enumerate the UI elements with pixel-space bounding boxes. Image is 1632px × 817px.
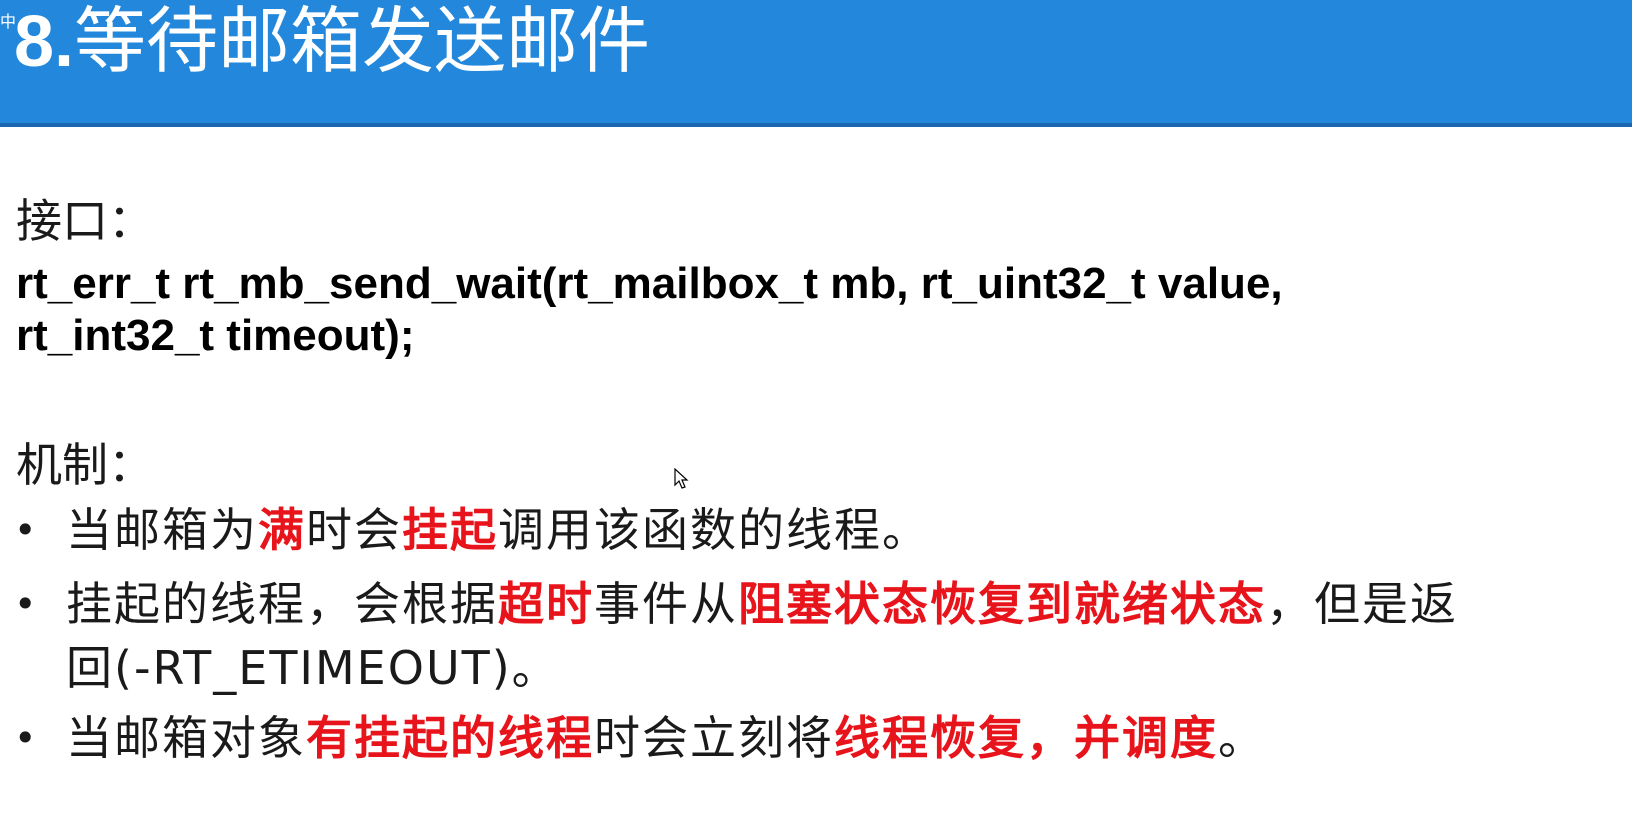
slide-title-bar: 中 8.等待邮箱发送邮件 — [0, 0, 1632, 127]
slide-title-number: 8. — [14, 2, 75, 82]
text-segment: 挂起的线程，会根据 — [66, 577, 498, 631]
text-segment: 调用该函数的线程。 — [498, 503, 930, 557]
text-segment: 当邮箱对象 — [66, 711, 306, 765]
slide-title: 8.等待邮箱发送邮件 — [14, 0, 650, 87]
bullet-dot: • — [14, 582, 37, 626]
highlight-segment: 超时 — [498, 577, 594, 631]
interface-label: 接口： — [16, 194, 154, 248]
text-segment: 时会立刻将 — [594, 711, 834, 765]
signature-line-1: rt_err_t rt_mb_send_wait(rt_mailbox_t mb… — [16, 259, 1283, 308]
bullet-text: 当邮箱为满时会挂起调用该函数的线程。 — [66, 498, 1626, 562]
text-segment: 。 — [1218, 711, 1266, 765]
text-segment: ，但是返 — [1266, 577, 1458, 631]
text-segment: 回(-RT_ETIMEOUT)。 — [66, 641, 560, 695]
slide-title-text: 等待邮箱发送邮件 — [74, 0, 651, 83]
highlight-segment: 满 — [258, 503, 306, 557]
text-segment: 当邮箱为 — [66, 503, 258, 557]
bullet-dot: • — [14, 716, 37, 760]
text-segment: 时会 — [306, 503, 402, 557]
bullet-dot: • — [14, 508, 37, 552]
bullet-text: 当邮箱对象有挂起的线程时会立刻将线程恢复，并调度。 — [66, 706, 1626, 770]
mouse-pointer-icon — [674, 467, 690, 494]
signature-line-2: rt_int32_t timeout); — [16, 311, 415, 360]
highlight-segment: 阻塞状态恢复到就绪状态 — [738, 577, 1266, 631]
highlight-segment: 挂起 — [402, 503, 498, 557]
highlight-segment: 有挂起的线程 — [306, 711, 594, 765]
text-segment: 事件从 — [594, 577, 738, 631]
bullet-text: 挂起的线程，会根据超时事件从阻塞状态恢复到就绪状态，但是返回(-RT_ETIME… — [66, 572, 1626, 700]
function-signature: rt_err_t rt_mb_send_wait(rt_mailbox_t mb… — [16, 258, 1283, 362]
highlight-segment: 线程恢复，并调度 — [834, 711, 1218, 765]
mechanism-label: 机制： — [16, 438, 154, 492]
